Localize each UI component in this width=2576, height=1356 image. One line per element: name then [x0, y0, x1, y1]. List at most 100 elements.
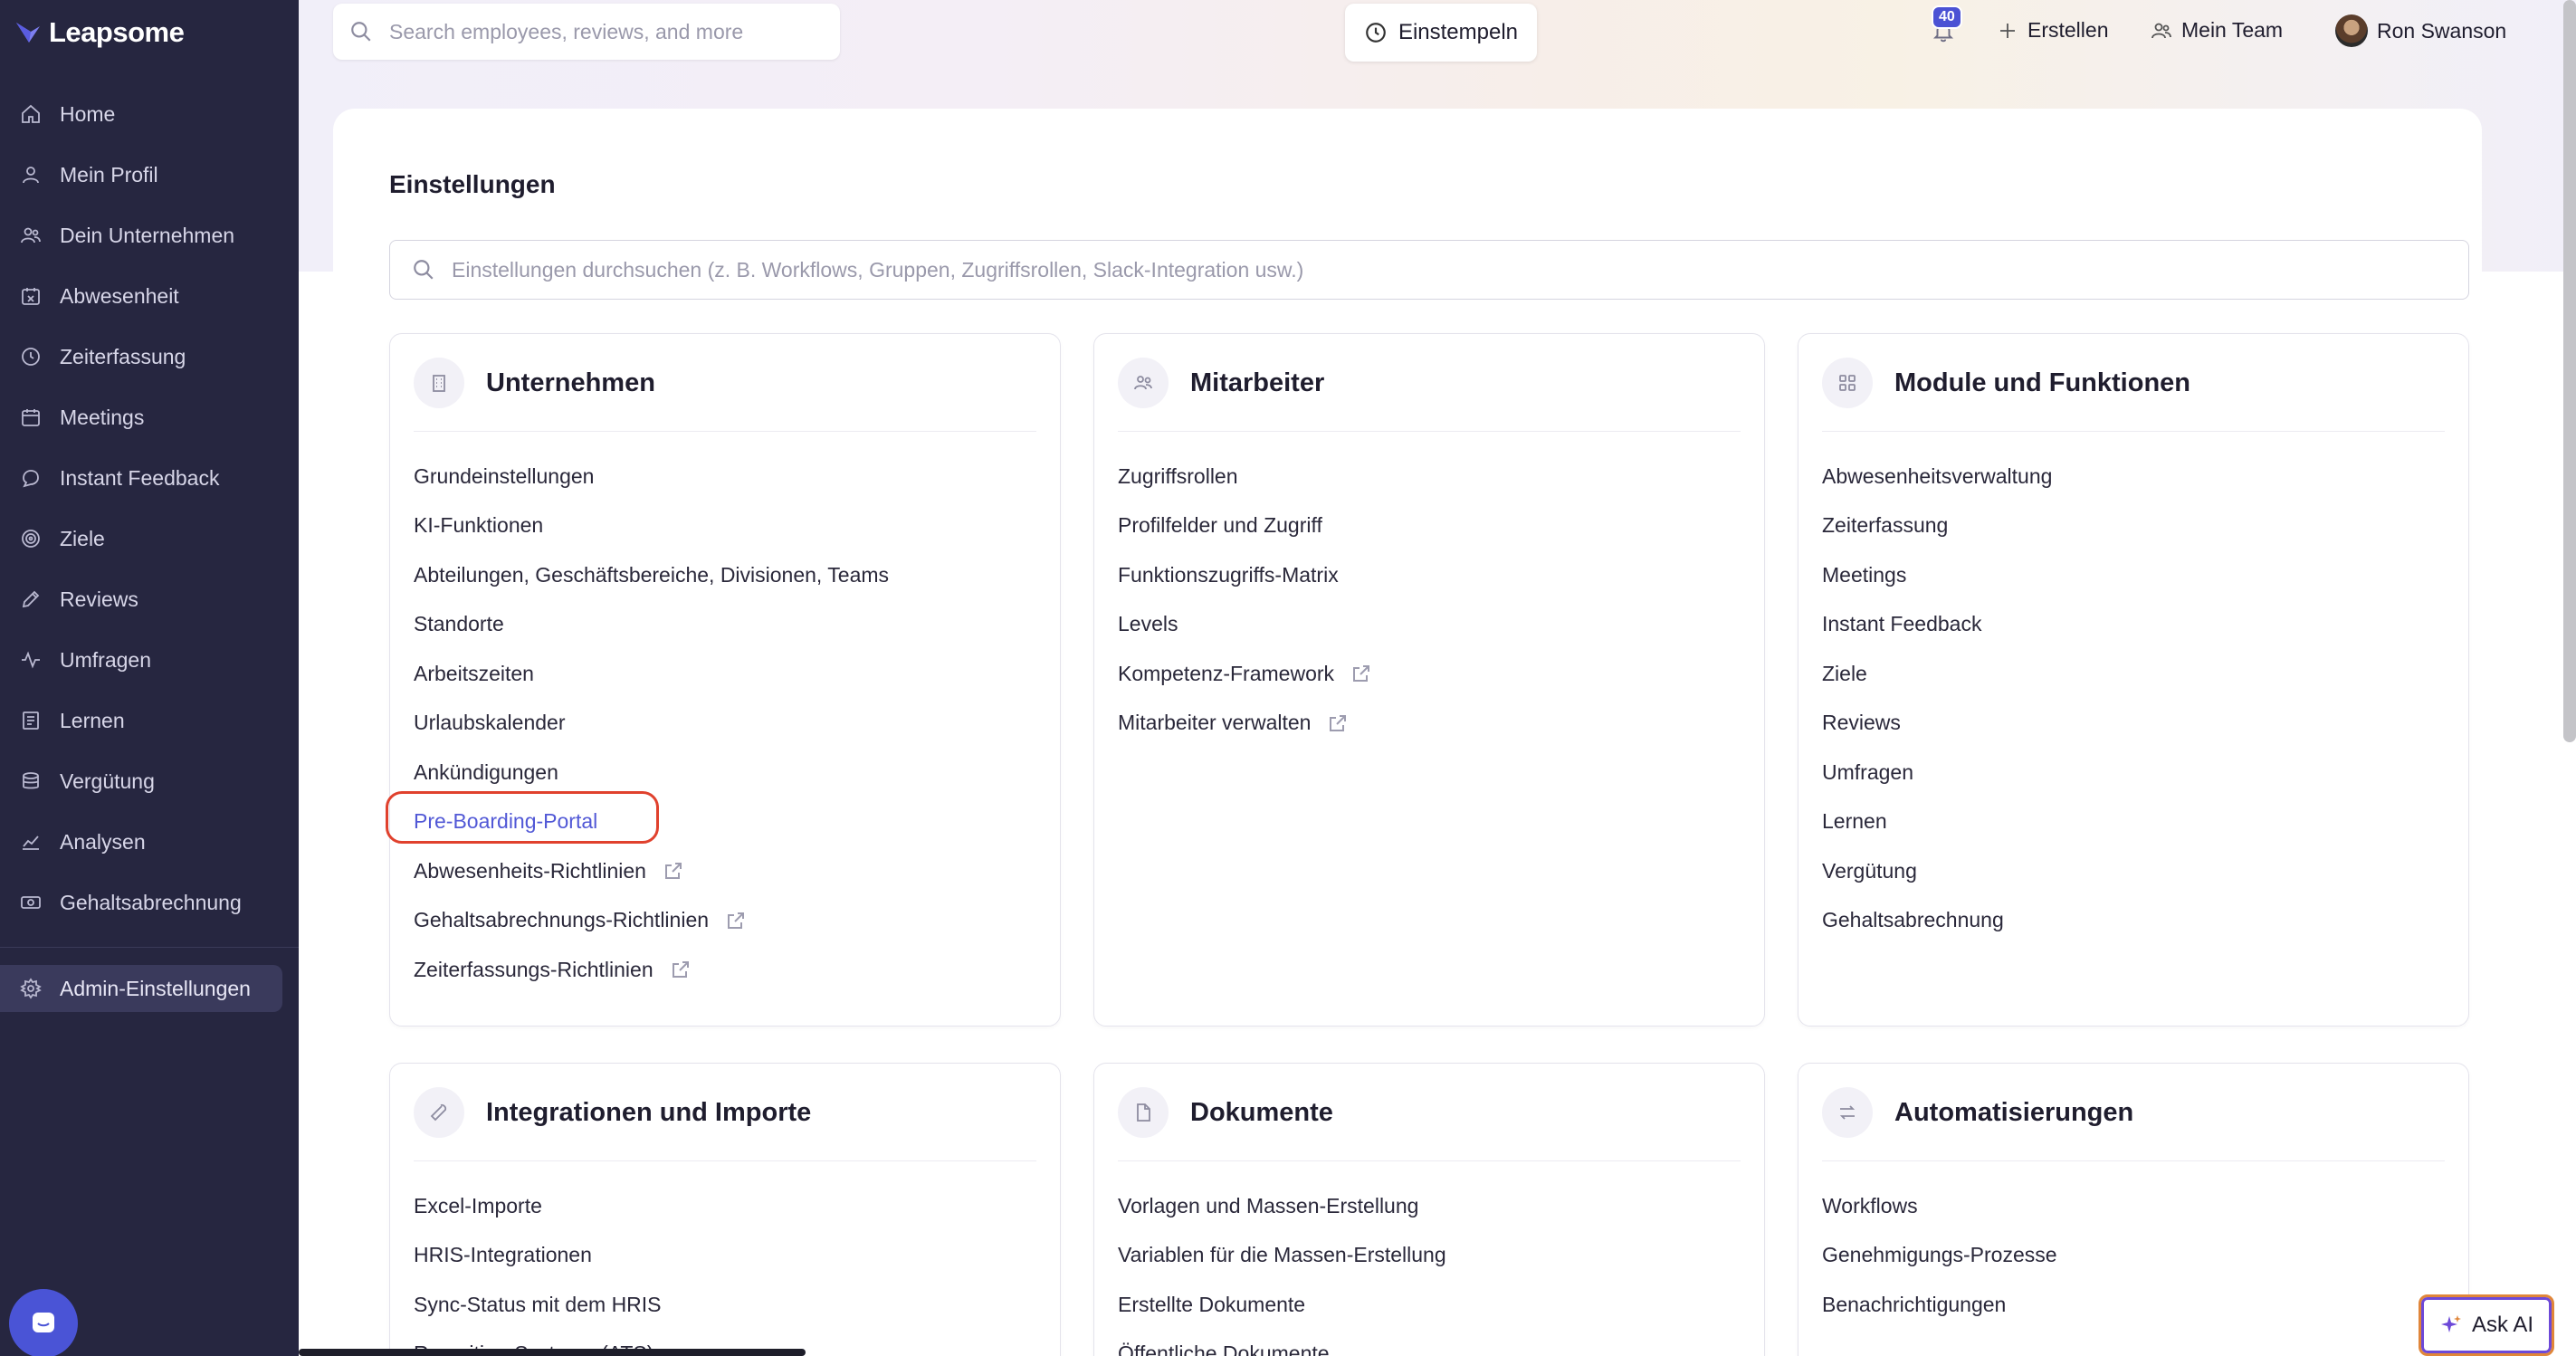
- clock-in-label: Einstempeln: [1398, 20, 1519, 44]
- my-team-button[interactable]: Mein Team: [2151, 18, 2283, 43]
- sidebar-item-instant-feedback[interactable]: Instant Feedback: [0, 454, 299, 501]
- link-profilfelder[interactable]: Profilfelder und Zugriff: [1118, 501, 1741, 551]
- clock-in-button[interactable]: Einstempeln: [1345, 4, 1537, 62]
- create-button[interactable]: Erstellen: [1997, 18, 2108, 43]
- clock-icon: [1366, 23, 1386, 43]
- building-icon: [414, 358, 464, 408]
- link-umfragen[interactable]: Umfragen: [1822, 748, 2445, 797]
- link-arbeitszeiten[interactable]: Arbeitszeiten: [414, 649, 1036, 699]
- link-variablen[interactable]: Variablen für die Massen-Erstellung: [1118, 1231, 1741, 1281]
- leapsome-logo[interactable]: Leapsome: [14, 16, 185, 49]
- link-funktionszugriffs-matrix[interactable]: Funktionszugriffs-Matrix: [1118, 550, 1741, 600]
- link-abteilungen[interactable]: Abteilungen, Geschäftsbereiche, Division…: [414, 550, 1036, 600]
- chart-icon: [23, 836, 39, 850]
- link-reviews[interactable]: Reviews: [1822, 699, 2445, 749]
- users-icon: [21, 227, 41, 244]
- page-scrollbar[interactable]: [2563, 0, 2576, 742]
- ask-ai-button[interactable]: Ask AI: [2419, 1294, 2554, 1356]
- document-icon: [1118, 1087, 1169, 1138]
- calendar-x-icon: [22, 288, 40, 305]
- sidebar-item-analysen[interactable]: Analysen: [0, 818, 299, 865]
- logo-text: Leapsome: [49, 16, 185, 48]
- card-dokumente: Dokumente Vorlagen und Massen-Erstellung…: [1093, 1063, 1765, 1356]
- settings-search[interactable]: [389, 240, 2469, 300]
- user-menu[interactable]: Ron Swanson: [2335, 14, 2506, 47]
- pulse-icon: [22, 651, 40, 669]
- link-lernen[interactable]: Lernen: [1822, 797, 2445, 847]
- target-icon: [22, 530, 40, 548]
- link-ki-funktionen[interactable]: KI-Funktionen: [414, 501, 1036, 551]
- external-link-icon: [1353, 665, 1370, 683]
- link-urlaubskalender[interactable]: Urlaubskalender: [414, 699, 1036, 749]
- link-label: Workflows: [1822, 1193, 1918, 1218]
- link-zeiterfassungs-richtlinien[interactable]: Zeiterfassungs-Richtlinien: [414, 945, 1036, 995]
- sidebar-item-dein-unternehmen[interactable]: Dein Unternehmen: [0, 212, 299, 259]
- link-verguetung[interactable]: Vergütung: [1822, 846, 2445, 896]
- link-meetings[interactable]: Meetings: [1822, 550, 2445, 600]
- link-ankuendigungen[interactable]: Ankündigungen: [414, 748, 1036, 797]
- link-kompetenz-framework[interactable]: Kompetenz-Framework: [1118, 649, 1741, 699]
- link-zugriffsrollen[interactable]: Zugriffsrollen: [1118, 452, 1741, 501]
- sidebar-item-label: Home: [60, 101, 116, 126]
- link-abwesenheits-richtlinien[interactable]: Abwesenheits-Richtlinien: [414, 846, 1036, 896]
- link-oeffentliche-dokumente[interactable]: Öffentliche Dokumente: [1118, 1330, 1741, 1356]
- card-links: Excel-Importe HRIS-Integrationen Sync-St…: [414, 1181, 1036, 1356]
- link-label: Vergütung: [1822, 858, 1917, 883]
- link-zeiterfassung[interactable]: Zeiterfassung: [1822, 501, 2445, 551]
- link-label: Pre-Boarding-Portal: [414, 809, 598, 834]
- link-pre-boarding-portal[interactable]: Pre-Boarding-Portal: [414, 797, 1036, 847]
- card-links: Vorlagen und Massen-Erstellung Variablen…: [1118, 1181, 1741, 1356]
- sidebar-item-abwesenheit[interactable]: Abwesenheit: [0, 272, 299, 320]
- link-grundeinstellungen[interactable]: Grundeinstellungen: [414, 452, 1036, 501]
- sidebar-item-zeiterfassung[interactable]: Zeiterfassung: [0, 333, 299, 380]
- link-gehaltsabrechnung[interactable]: Gehaltsabrechnung: [1822, 896, 2445, 946]
- sidebar-item-mein-profil[interactable]: Mein Profil: [0, 151, 299, 198]
- link-benachrichtigungen[interactable]: Benachrichtigungen: [1822, 1280, 2445, 1330]
- link-workflows[interactable]: Workflows: [1822, 1181, 2445, 1231]
- link-label: Kompetenz-Framework: [1118, 661, 1335, 685]
- link-excel-importe[interactable]: Excel-Importe: [414, 1181, 1036, 1231]
- link-genehmigungs-prozesse[interactable]: Genehmigungs-Prozesse: [1822, 1231, 2445, 1281]
- sidebar-item-meetings[interactable]: Meetings: [0, 394, 299, 441]
- my-team-label: Mein Team: [2181, 18, 2284, 42]
- link-hris-integrationen[interactable]: HRIS-Integrationen: [414, 1231, 1036, 1281]
- global-search-input[interactable]: [389, 19, 824, 44]
- card-integrationen-und-importe: Integrationen und Importe Excel-Importe …: [389, 1063, 1061, 1356]
- link-label: Reviews: [1822, 711, 1901, 735]
- link-label: Arbeitszeiten: [414, 661, 534, 685]
- chat-bubble-icon: [33, 1313, 54, 1332]
- user-name: Ron Swanson: [2377, 18, 2507, 43]
- link-levels[interactable]: Levels: [1118, 600, 1741, 650]
- sidebar-item-umfragen[interactable]: Umfragen: [0, 636, 299, 683]
- card-links: Workflows Genehmigungs-Prozesse Benachri…: [1822, 1181, 2445, 1330]
- sidebar-item-ziele[interactable]: Ziele: [0, 515, 299, 562]
- sidebar-item-verguetung[interactable]: Vergütung: [0, 758, 299, 805]
- sidebar-item-reviews[interactable]: Reviews: [0, 576, 299, 623]
- link-ziele[interactable]: Ziele: [1822, 649, 2445, 699]
- sidebar-item-gehaltsabrechnung[interactable]: Gehaltsabrechnung: [0, 879, 299, 926]
- link-abwesenheitsverwaltung[interactable]: Abwesenheitsverwaltung: [1822, 452, 2445, 501]
- link-label: Zeiterfassungs-Richtlinien: [414, 957, 654, 981]
- link-sync-status[interactable]: Sync-Status mit dem HRIS: [414, 1280, 1036, 1330]
- link-label: Meetings: [1822, 562, 1907, 587]
- link-vorlagen[interactable]: Vorlagen und Massen-Erstellung: [1118, 1181, 1741, 1231]
- link-label: Instant Feedback: [1822, 612, 1982, 636]
- support-chat-button[interactable]: [9, 1289, 78, 1356]
- link-standorte[interactable]: Standorte: [414, 600, 1036, 650]
- settings-search-input[interactable]: [452, 257, 2443, 282]
- link-gehaltsabrechnungs-richtlinien[interactable]: Gehaltsabrechnungs-Richtlinien: [414, 896, 1036, 946]
- sidebar-item-label: Dein Unternehmen: [60, 223, 235, 247]
- avatar: [2335, 14, 2368, 47]
- sidebar-item-home[interactable]: Home: [0, 91, 299, 138]
- sidebar-item-admin-einstellungen[interactable]: Admin-Einstellungen: [0, 965, 282, 1012]
- card-title: Module und Funktionen: [1894, 368, 2191, 397]
- calendar-icon: [22, 409, 40, 426]
- link-erstellte-dokumente[interactable]: Erstellte Dokumente: [1118, 1280, 1741, 1330]
- link-mitarbeiter-verwalten[interactable]: Mitarbeiter verwalten: [1118, 699, 1741, 749]
- sidebar-item-lernen[interactable]: Lernen: [0, 697, 299, 744]
- link-label: Abwesenheitsverwaltung: [1822, 463, 2053, 488]
- global-search[interactable]: [333, 4, 840, 60]
- link-instant-feedback[interactable]: Instant Feedback: [1822, 600, 2445, 650]
- plus-icon: [2000, 23, 2015, 38]
- card-title: Automatisierungen: [1894, 1098, 2134, 1127]
